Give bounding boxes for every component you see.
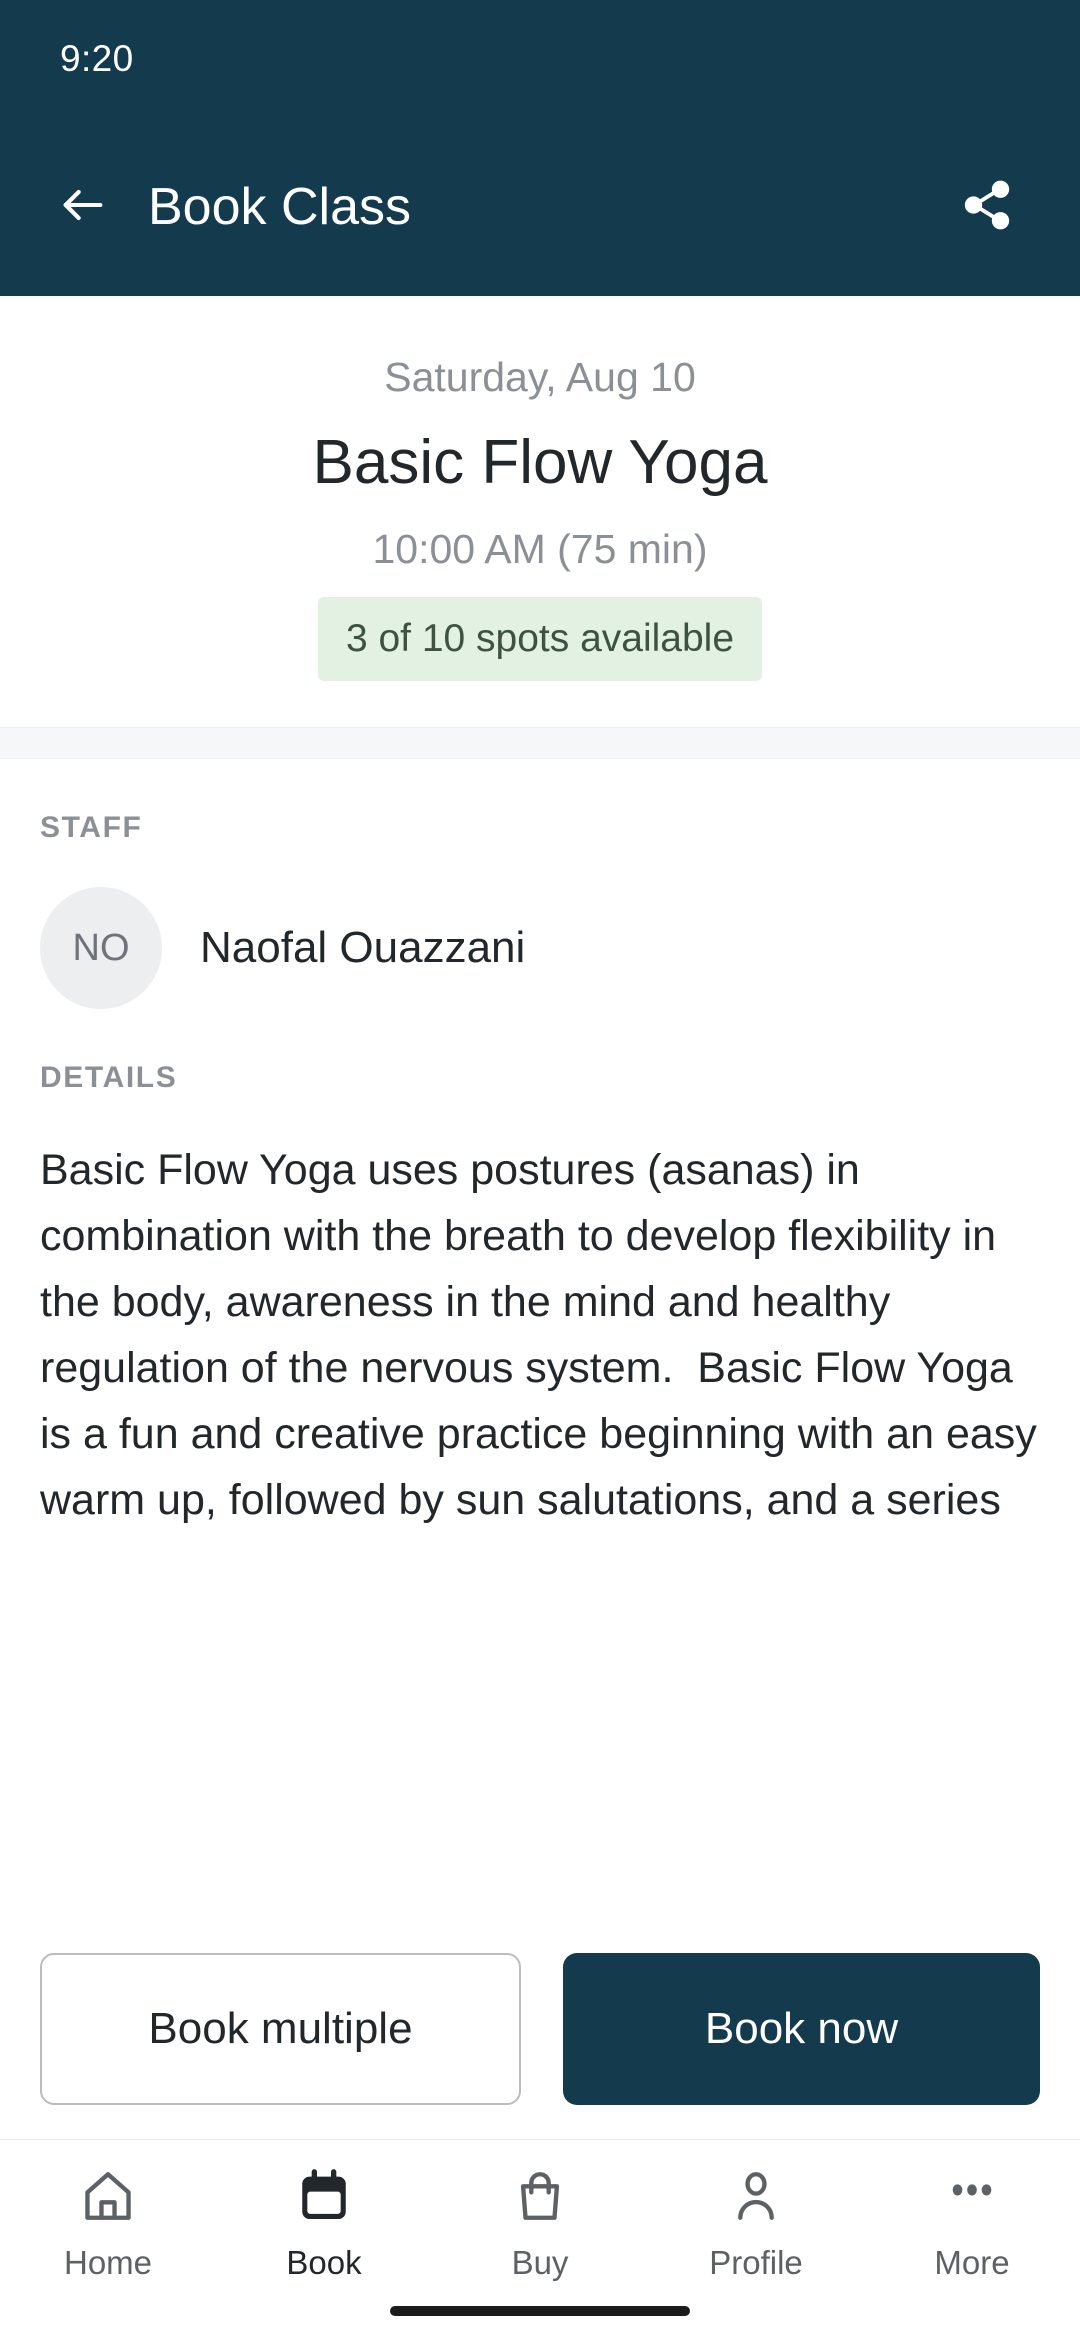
person-icon bbox=[727, 2158, 785, 2234]
spots-badge: 3 of 10 spots available bbox=[317, 597, 763, 681]
book-multiple-button[interactable]: Book multiple bbox=[40, 1953, 521, 2105]
bottom-navigation: Home Book Buy Profile More bbox=[0, 2139, 1080, 2282]
home-indicator[interactable] bbox=[390, 2306, 690, 2316]
class-title: Basic Flow Yoga bbox=[312, 428, 768, 497]
home-icon bbox=[79, 2158, 137, 2234]
scroll-content[interactable]: Saturday, Aug 10 Basic Flow Yoga 10:00 A… bbox=[0, 296, 1080, 1925]
action-bar: Book multiple Book now bbox=[0, 1925, 1080, 2139]
back-button[interactable] bbox=[40, 164, 126, 250]
nav-label-book: Book bbox=[286, 2244, 362, 2281]
status-bar-clock: 9:20 bbox=[60, 38, 134, 79]
page-title: Book Class bbox=[148, 178, 411, 236]
staff-row[interactable]: NO Naofal Ouazzani bbox=[40, 887, 1040, 1009]
details-text: Basic Flow Yoga uses postures (asanas) i… bbox=[40, 1146, 1037, 1524]
avatar: NO bbox=[40, 887, 162, 1009]
section-divider bbox=[0, 727, 1080, 759]
nav-item-more[interactable]: More bbox=[864, 2158, 1080, 2282]
app-bar: Book Class bbox=[0, 118, 1080, 296]
shopping-bag-icon bbox=[511, 2158, 569, 2234]
ellipsis-icon bbox=[943, 2158, 1001, 2234]
nav-item-buy[interactable]: Buy bbox=[432, 2158, 648, 2282]
arrow-left-icon bbox=[57, 179, 109, 236]
staff-name: Naofal Ouazzani bbox=[200, 923, 526, 972]
home-indicator-area bbox=[0, 2282, 1080, 2340]
class-summary: Saturday, Aug 10 Basic Flow Yoga 10:00 A… bbox=[0, 296, 1080, 727]
nav-label-buy: Buy bbox=[511, 2244, 569, 2281]
top-bar: 9:20 Book Class bbox=[0, 0, 1080, 296]
nav-item-book[interactable]: Book bbox=[216, 2158, 432, 2282]
book-now-button[interactable]: Book now bbox=[563, 1953, 1040, 2105]
details-body: Basic Flow Yoga uses postures (asanas) i… bbox=[40, 1137, 1040, 1541]
nav-item-home[interactable]: Home bbox=[0, 2158, 216, 2282]
nav-label-home: Home bbox=[63, 2244, 153, 2281]
nav-label-profile: Profile bbox=[709, 2244, 803, 2281]
status-bar: 9:20 bbox=[0, 0, 1080, 118]
share-icon bbox=[960, 178, 1014, 237]
app-screen: 9:20 Book Class Saturday, Aug 10 Basic F… bbox=[0, 0, 1080, 2340]
nav-label-more: More bbox=[934, 2244, 1010, 2281]
class-date: Saturday, Aug 10 bbox=[384, 354, 696, 400]
details-section-label: DETAILS bbox=[40, 1061, 178, 1094]
nav-item-profile[interactable]: Profile bbox=[648, 2158, 864, 2282]
class-time: 10:00 AM (75 min) bbox=[372, 526, 708, 572]
staff-section-label: STAFF bbox=[40, 811, 143, 844]
calendar-icon bbox=[295, 2158, 353, 2234]
share-button[interactable] bbox=[942, 162, 1032, 252]
staff-section: STAFF NO Naofal Ouazzani DETAILS Basic F… bbox=[0, 759, 1080, 1541]
